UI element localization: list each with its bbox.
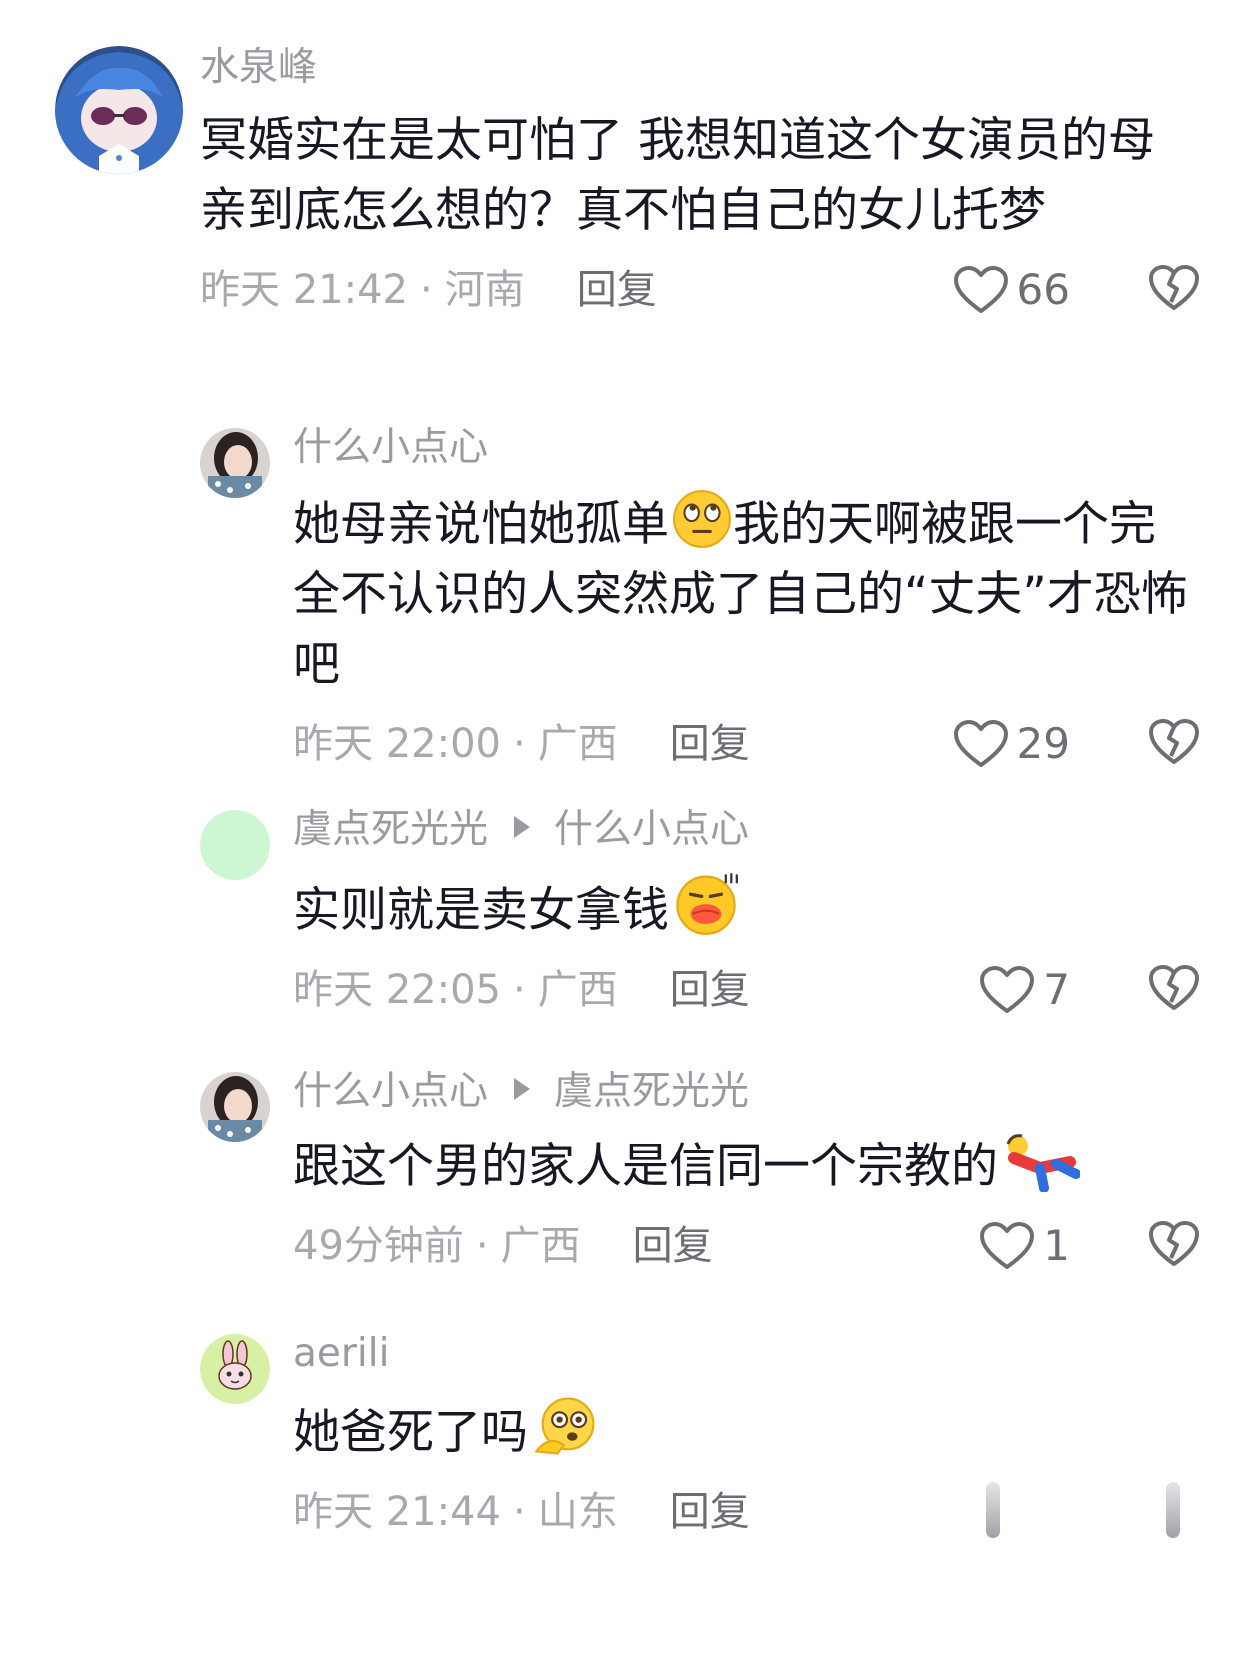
avatar[interactable] bbox=[55, 46, 183, 174]
reply-button[interactable]: 回复 bbox=[670, 1489, 750, 1535]
timestamp: 昨天 21:44 bbox=[293, 1489, 501, 1535]
location: 广西 bbox=[500, 1223, 581, 1269]
username[interactable]: 虞点死光光 bbox=[293, 807, 488, 852]
comment-text: 冥婚实在是太可怕了 我想知道这个女演员的母亲到底怎么想的？真不怕自己的女儿托梦 bbox=[200, 113, 1155, 238]
reply-to-username[interactable]: 虞点死光光 bbox=[554, 1069, 749, 1114]
like-button[interactable]: 66 bbox=[953, 260, 1070, 320]
comment-text-part: 实则就是卖女拿钱 bbox=[293, 883, 669, 938]
reply-arrow-icon bbox=[514, 1078, 531, 1100]
heart-icon bbox=[953, 266, 1008, 313]
eye-roll-emoji bbox=[673, 490, 731, 548]
avatar[interactable] bbox=[200, 1334, 270, 1404]
heart-icon bbox=[980, 1222, 1035, 1269]
comment-text-part: 她母亲说怕她孤单 bbox=[293, 497, 669, 552]
avatar[interactable] bbox=[200, 428, 270, 498]
pouting-lips-emoji bbox=[676, 873, 738, 935]
comment-text-part: 她爸死了吗 bbox=[293, 1405, 528, 1460]
comment-text: 实则就是卖女拿钱 bbox=[293, 870, 1200, 946]
reply-to-username[interactable]: 什么小点心 bbox=[554, 807, 749, 852]
username[interactable]: 水泉峰 bbox=[200, 44, 1200, 92]
timestamp: 49分钟前 bbox=[293, 1223, 464, 1269]
comment-text-part: 跟这个男的家人是信同一个宗教的 bbox=[293, 1139, 998, 1194]
thinking-face-emoji bbox=[534, 1397, 595, 1455]
heart-icon bbox=[980, 966, 1035, 1013]
like-count: 7 bbox=[1043, 965, 1070, 1014]
comment-text: 她爸死了吗 bbox=[293, 1394, 1200, 1468]
location: 山东 bbox=[537, 1489, 618, 1535]
comment-meta: 昨天 22:05 · 广西 回复 7 bbox=[293, 960, 1200, 1020]
comment-meta: 昨天 21:42 · 河南 回复 66 bbox=[200, 260, 1200, 320]
like-button[interactable]: 1 bbox=[979, 1216, 1070, 1276]
timestamp: 昨天 22:00 bbox=[293, 721, 501, 767]
like-count: 66 bbox=[1016, 265, 1070, 314]
reply-button[interactable]: 回复 bbox=[670, 721, 750, 767]
comment-text: 她母亲说怕她孤单 我的天啊被跟一个完全不认识的人突然成了自己的“丈夫”才恐怖吧 bbox=[293, 488, 1200, 700]
username[interactable]: aerili bbox=[293, 1330, 1200, 1378]
dislike-button[interactable] bbox=[1148, 718, 1200, 783]
avatar[interactable] bbox=[200, 810, 270, 880]
reply-button[interactable]: 回复 bbox=[577, 267, 657, 313]
location: 广西 bbox=[537, 721, 618, 767]
broken-heart-icon bbox=[1149, 265, 1199, 310]
like-count: 1 bbox=[1043, 1221, 1070, 1270]
timestamp: 昨天 21:42 bbox=[200, 267, 408, 313]
reply-button[interactable]: 回复 bbox=[670, 967, 750, 1013]
username[interactable]: 什么小点心 bbox=[293, 424, 1200, 472]
username[interactable]: 什么小点心 bbox=[293, 1069, 488, 1114]
comment-meta: 49分钟前 · 广西 回复 1 bbox=[293, 1216, 1200, 1276]
broken-heart-icon bbox=[1149, 965, 1199, 1010]
woman-photo-avatar-icon bbox=[200, 1072, 270, 1142]
comment-meta: 昨天 22:00 · 广西 回复 29 bbox=[293, 714, 1200, 774]
like-button[interactable]: 7 bbox=[979, 960, 1070, 1020]
reply-header: 虞点死光光 什么小点心 bbox=[293, 806, 1200, 854]
reply-header: 什么小点心 虞点死光光 bbox=[293, 1068, 1200, 1116]
fallen-person-emoji bbox=[1006, 1134, 1080, 1192]
like-button-cutoff[interactable] bbox=[986, 1482, 1000, 1538]
comment-text: 跟这个男的家人是信同一个宗教的 bbox=[293, 1132, 1200, 1202]
broken-heart-icon bbox=[1149, 719, 1199, 764]
reply-button[interactable]: 回复 bbox=[633, 1223, 713, 1269]
woman-photo-avatar-icon bbox=[200, 428, 270, 498]
dislike-button[interactable] bbox=[1148, 264, 1200, 329]
heart-icon bbox=[953, 720, 1008, 767]
comment-meta: 昨天 21:44 · 山东 回复 bbox=[293, 1482, 1200, 1542]
like-count: 29 bbox=[1016, 719, 1070, 768]
dislike-button[interactable] bbox=[1148, 964, 1200, 1029]
green-circle-avatar-icon bbox=[200, 810, 270, 880]
avatar[interactable] bbox=[200, 1072, 270, 1142]
reply-arrow-icon bbox=[514, 816, 531, 838]
location: 河南 bbox=[444, 267, 525, 313]
timestamp: 昨天 22:05 bbox=[293, 967, 501, 1013]
location: 广西 bbox=[537, 967, 618, 1013]
broken-heart-icon bbox=[1149, 1221, 1199, 1266]
bunny-avatar-icon bbox=[200, 1334, 270, 1404]
dislike-button-cutoff[interactable] bbox=[1166, 1482, 1180, 1538]
like-button[interactable]: 29 bbox=[953, 714, 1070, 774]
dislike-button[interactable] bbox=[1148, 1220, 1200, 1285]
anime-girl-avatar-icon bbox=[55, 46, 183, 174]
